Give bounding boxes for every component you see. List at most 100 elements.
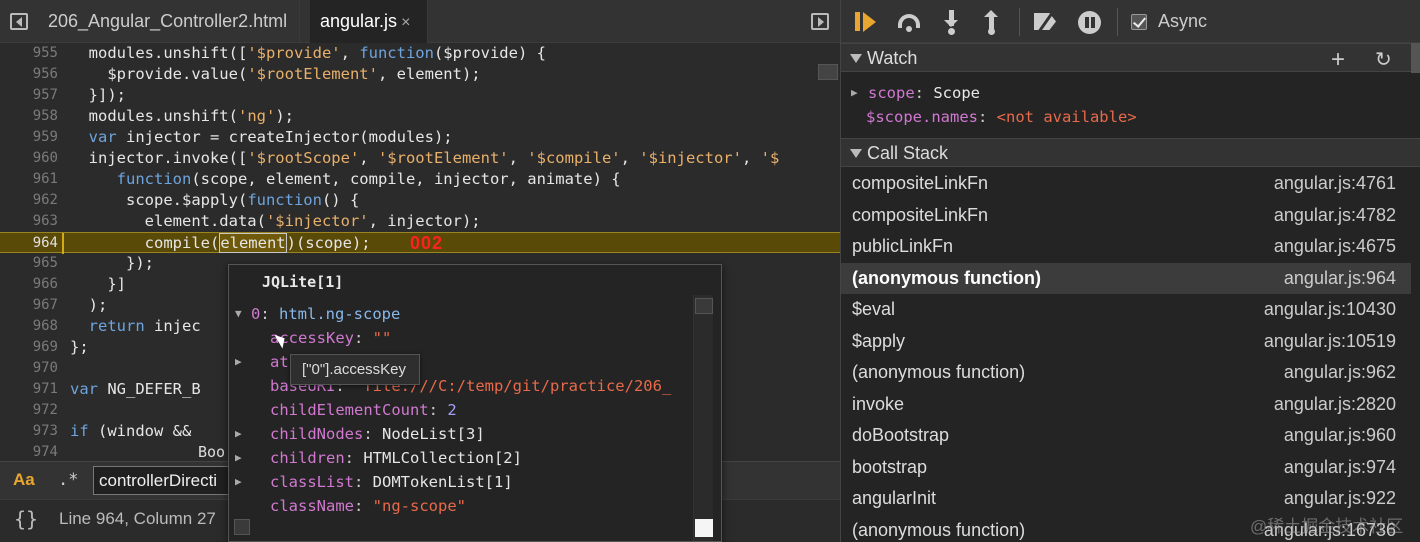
refresh-icon[interactable]: ↻ (1375, 47, 1392, 72)
line-number[interactable]: 958 (0, 106, 58, 127)
code-line: 955 modules.unshift(['$provide', functio… (0, 43, 840, 64)
line-code: }]); (70, 86, 126, 104)
callstack-frame[interactable]: compositeLinkFn angular.js:4782 (841, 200, 1411, 231)
popover-scrollbar[interactable] (693, 295, 713, 541)
step-over-icon[interactable] (895, 8, 925, 36)
line-number[interactable]: 965 (0, 253, 58, 274)
popover-scroll-up[interactable] (695, 298, 713, 314)
line-number[interactable]: 974 (0, 442, 58, 461)
callstack-frame[interactable]: invoke angular.js:2820 (841, 389, 1411, 420)
toolbar-separator (1019, 8, 1020, 36)
line-number[interactable]: 968 (0, 316, 58, 337)
callstack-section-header[interactable]: Call Stack (841, 138, 1420, 167)
editor-scrollbar[interactable] (818, 64, 838, 80)
toggle-navigator-icon[interactable] (10, 13, 28, 30)
regex-toggle[interactable]: .* (58, 470, 78, 490)
expand-arrow-icon[interactable]: ▶ (235, 422, 242, 446)
frame-location[interactable]: angular.js:922 (1284, 483, 1396, 514)
watch-content: scope: Scope (868, 81, 980, 105)
property-name: 0 (251, 305, 261, 323)
line-number[interactable]: 957 (0, 85, 58, 106)
line-number[interactable]: 973 (0, 421, 58, 442)
expand-arrow-icon[interactable]: ▶ (235, 470, 242, 494)
property-value: 2 (447, 401, 457, 419)
line-number[interactable]: 970 (0, 358, 58, 379)
property-name: childNodes (270, 425, 364, 443)
line-number[interactable]: 960 (0, 148, 58, 169)
line-number[interactable]: 972 (0, 400, 58, 421)
line-number[interactable]: 959 (0, 127, 58, 148)
pretty-print-button[interactable]: {} (14, 507, 38, 531)
callstack-frame[interactable]: $eval angular.js:10430 (841, 294, 1411, 325)
property-content: 0: html.ng-scope (251, 302, 400, 326)
step-out-icon[interactable] (977, 8, 1007, 36)
pause-on-exceptions-icon[interactable] (1075, 8, 1105, 36)
chevron-down-icon (850, 54, 862, 63)
frame-location[interactable]: angular.js:2820 (1274, 389, 1396, 420)
search-input[interactable] (93, 466, 233, 495)
tab-label: 206_Angular_Controller2.html (48, 11, 288, 31)
watch-title: Watch (867, 48, 918, 68)
callstack-frame-active[interactable]: (anonymous function) angular.js:964 (841, 262, 1411, 294)
frame-location[interactable]: angular.js:974 (1284, 452, 1396, 483)
line-number[interactable]: 955 (0, 43, 58, 64)
frame-location[interactable]: angular.js:10430 (1264, 294, 1396, 325)
watermark: @稀土掘金技术社区 (1250, 517, 1404, 536)
line-number[interactable]: 956 (0, 64, 58, 85)
line-number[interactable]: 967 (0, 295, 58, 316)
frame-location[interactable]: angular.js:964 (1284, 263, 1396, 294)
frame-location[interactable]: angular.js:4761 (1274, 168, 1396, 199)
popover-scroll-thumb[interactable] (695, 519, 713, 537)
match-case-toggle[interactable]: Aa (13, 470, 35, 490)
frame-location[interactable]: angular.js:4675 (1274, 231, 1396, 262)
watch-value: <not available> (996, 108, 1137, 126)
frame-location[interactable]: angular.js:960 (1284, 420, 1396, 451)
debugger-toolbar: Async (841, 0, 1420, 43)
callstack-frame[interactable]: bootstrap angular.js:974 (841, 452, 1411, 483)
frame-function-name: compositeLinkFn (852, 173, 989, 193)
expand-arrow-icon[interactable]: ▶ (851, 81, 858, 105)
line-code: }] (70, 275, 126, 293)
callstack-frame[interactable]: angularInit angular.js:922 (841, 483, 1411, 514)
property-name: classList (270, 473, 354, 491)
step-into-icon[interactable] (937, 8, 967, 36)
expanded-arrow-icon[interactable]: ▼ (235, 302, 242, 326)
line-number[interactable]: 963 (0, 211, 58, 232)
frame-location[interactable]: angular.js:10519 (1264, 326, 1396, 357)
property-colon: : (428, 401, 448, 419)
popover-hscroll[interactable] (234, 519, 250, 535)
frame-location[interactable]: angular.js:4782 (1274, 200, 1396, 231)
line-number[interactable]: 971 (0, 379, 58, 400)
expand-arrow-icon[interactable]: ▶ (235, 446, 242, 470)
async-checkbox[interactable] (1131, 14, 1147, 30)
callstack-frame[interactable]: doBootstrap angular.js:960 (841, 420, 1411, 451)
code-line: 959 var injector = createInjector(module… (0, 127, 840, 148)
watch-section-header[interactable]: Watch + ↻ (841, 43, 1420, 74)
property-colon: : (354, 329, 373, 347)
tab-angular-js[interactable]: angular.js × (310, 0, 428, 43)
frame-location[interactable]: angular.js:962 (1284, 357, 1396, 388)
code-line: 964 compile(element)(scope); 002 (0, 232, 840, 254)
resume-icon[interactable] (853, 8, 883, 36)
sidebar-scrollbar[interactable] (1411, 43, 1420, 73)
add-icon[interactable]: + (1331, 46, 1345, 74)
debugger-sidebar: Async Watch + ↻ ▶ scope: Scope $scope.name… (840, 0, 1420, 542)
line-number[interactable]: 962 (0, 190, 58, 211)
highlighted-token[interactable]: element (219, 233, 287, 253)
line-number[interactable]: 964 (0, 233, 58, 254)
callstack-frame[interactable]: publicLinkFn angular.js:4675 (841, 231, 1411, 262)
close-icon[interactable]: × (401, 14, 410, 31)
deactivate-breakpoints-icon[interactable] (1031, 8, 1061, 36)
callstack-frame[interactable]: $apply angular.js:10519 (841, 326, 1411, 357)
callstack-frame[interactable]: (anonymous function) angular.js:962 (841, 357, 1411, 388)
line-code: var injector = createInjector(modules); (88, 128, 453, 146)
expand-arrow-icon[interactable]: ▶ (235, 350, 242, 374)
line-number[interactable]: 966 (0, 274, 58, 295)
code-line: 960 injector.invoke(['$rootScope', '$roo… (0, 148, 840, 169)
line-number[interactable]: 961 (0, 169, 58, 190)
callstack-frame[interactable]: compositeLinkFn angular.js:4761 (841, 168, 1411, 199)
toggle-debugger-sidebar-icon[interactable] (811, 13, 829, 30)
line-number[interactable]: 969 (0, 337, 58, 358)
line-code: ); (70, 296, 108, 314)
tab-html-file[interactable]: 206_Angular_Controller2.html (38, 0, 300, 43)
